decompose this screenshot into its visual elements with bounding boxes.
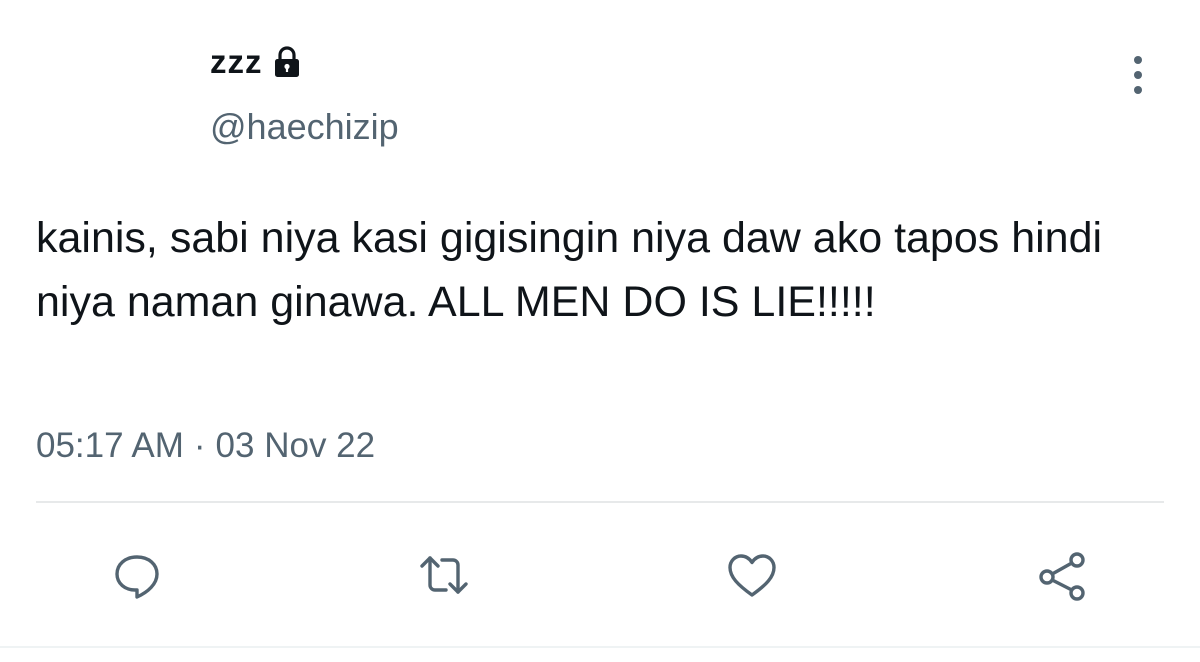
more-vertical-icon	[1134, 56, 1142, 94]
name-row: zzz	[210, 40, 305, 84]
timestamp-separator: ·	[193, 426, 206, 465]
tweet-text: kainis, sabi niya kasi gigisingin niya d…	[36, 214, 1103, 326]
author-handle[interactable]: @haechizip	[210, 106, 399, 148]
tweet-card: zzz @haechizip kainis, sabi niya kasi gi…	[0, 0, 1200, 662]
tweet-date: 03 Nov 22	[215, 426, 376, 465]
tweet-time: 05:17 AM	[36, 426, 184, 465]
share-icon	[1039, 552, 1085, 601]
bottom-divider	[0, 646, 1200, 648]
display-name[interactable]: zzz	[210, 43, 263, 81]
more-options-button[interactable]	[1118, 52, 1158, 98]
action-bar	[0, 535, 1200, 615]
author-block: zzz @haechizip	[210, 40, 399, 147]
like-button[interactable]	[712, 535, 792, 615]
heart-icon	[728, 554, 776, 597]
retweet-icon	[420, 556, 468, 594]
share-button[interactable]	[1022, 535, 1102, 615]
reply-button[interactable]	[97, 535, 177, 615]
divider	[36, 501, 1164, 503]
tweet-timestamp[interactable]: 05:17 AM · 03 Nov 22	[36, 426, 375, 466]
speech-bubble-icon	[115, 555, 159, 599]
lock-icon	[269, 44, 305, 80]
retweet-button[interactable]	[404, 535, 484, 615]
